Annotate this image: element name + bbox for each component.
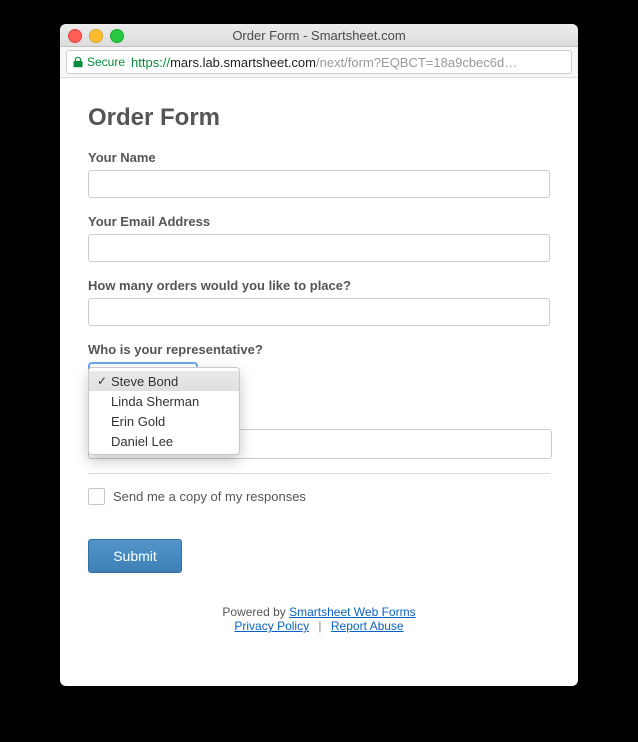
dropdown-option[interactable]: Daniel Lee	[89, 431, 239, 451]
label-email: Your Email Address	[88, 214, 550, 229]
input-email[interactable]	[88, 234, 550, 262]
secure-label: Secure	[87, 55, 125, 69]
secure-badge: Secure	[73, 55, 125, 69]
address-bar[interactable]: Secure https:// mars.lab.smartsheet.com …	[66, 50, 572, 74]
url-scheme: https://	[131, 55, 170, 70]
label-orders: How many orders would you like to place?	[88, 278, 550, 293]
checkbox-copy-responses[interactable]	[88, 488, 105, 505]
dropdown-option[interactable]: ✓ Steve Bond	[89, 371, 239, 391]
submit-button-label: Submit	[113, 548, 157, 564]
input-orders[interactable]	[88, 298, 550, 326]
zoom-window-button[interactable]	[110, 29, 124, 43]
window-titlebar: Order Form - Smartsheet.com	[60, 24, 578, 47]
page-content: Order Form Your Name Your Email Address …	[60, 78, 578, 688]
checkbox-row-copy: Send me a copy of my responses	[88, 488, 550, 505]
dropdown-option[interactable]: Linda Sherman	[89, 391, 239, 411]
footer-separator: |	[318, 619, 321, 633]
url-host: mars.lab.smartsheet.com	[170, 55, 316, 70]
footer-report-link[interactable]: Report Abuse	[331, 619, 404, 633]
footer-powered-link[interactable]: Smartsheet Web Forms	[289, 605, 415, 619]
field-name: Your Name	[88, 150, 550, 198]
dropdown-option-label: Daniel Lee	[111, 434, 173, 449]
lock-icon	[73, 56, 83, 68]
dropdown-option-label: Linda Sherman	[111, 394, 199, 409]
checkbox-label: Send me a copy of my responses	[113, 489, 306, 504]
footer-privacy-link[interactable]: Privacy Policy	[234, 619, 309, 633]
dropdown-option-label: Erin Gold	[111, 414, 165, 429]
window-controls	[68, 29, 124, 43]
label-representative: Who is your representative?	[88, 342, 550, 357]
check-icon: ✓	[97, 374, 111, 388]
page-title: Order Form	[88, 104, 550, 132]
minimize-window-button[interactable]	[89, 29, 103, 43]
dropdown-option-label: Steve Bond	[111, 374, 178, 389]
window-title: Order Form - Smartsheet.com	[232, 28, 405, 43]
input-name[interactable]	[88, 170, 550, 198]
divider	[88, 473, 550, 474]
field-email: Your Email Address	[88, 214, 550, 262]
footer: Powered by Smartsheet Web Forms Privacy …	[88, 605, 550, 633]
label-name: Your Name	[88, 150, 550, 165]
browser-window: Order Form - Smartsheet.com Secure https…	[60, 24, 578, 686]
field-representative: Who is your representative? ✓ Steve Bond…	[88, 342, 550, 387]
submit-button[interactable]: Submit	[88, 539, 182, 573]
close-window-button[interactable]	[68, 29, 82, 43]
footer-powered-prefix: Powered by	[222, 605, 289, 619]
field-orders: How many orders would you like to place?	[88, 278, 550, 326]
browser-toolbar: Secure https:// mars.lab.smartsheet.com …	[60, 47, 578, 78]
dropdown-option[interactable]: Erin Gold	[89, 411, 239, 431]
dropdown-representative: ✓ Steve Bond Linda Sherman Erin Gold Dan…	[88, 367, 240, 455]
url-path: /next/form?EQBCT=18a9cbec6d…	[316, 55, 517, 70]
